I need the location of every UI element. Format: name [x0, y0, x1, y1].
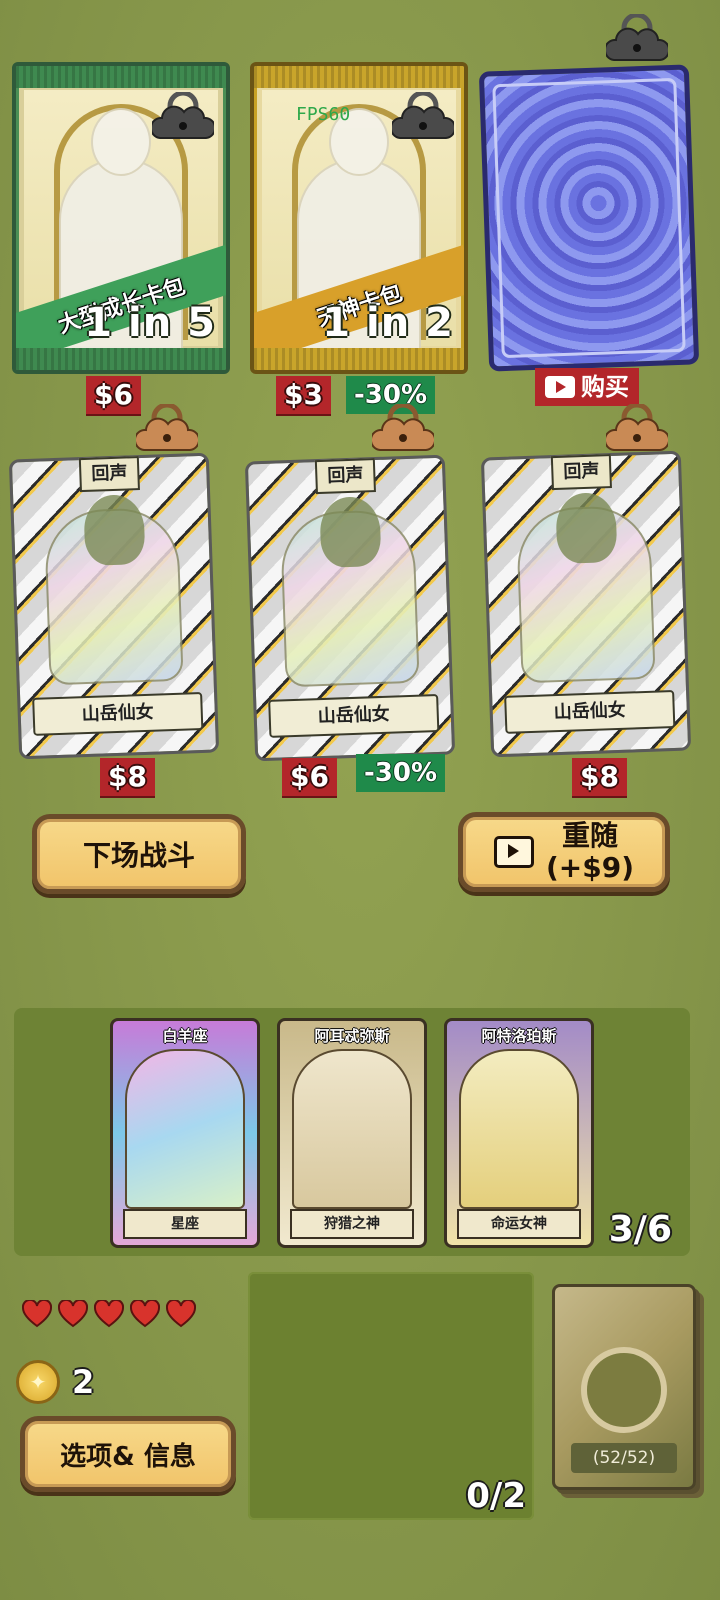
team-card[interactable]: 白羊座 星座 [110, 1018, 260, 1248]
coin-icon: ✦ [16, 1360, 60, 1404]
team-card[interactable]: 阿耳忒弥斯 狩猎之神 [277, 1018, 427, 1248]
team-card-title: 阿耳忒弥斯 [314, 1027, 390, 1045]
price-tag: $6 [282, 758, 337, 796]
team-card-subtitle: 星座 [123, 1209, 247, 1239]
card-art [459, 1049, 579, 1209]
pack-crimp-top [16, 66, 226, 88]
video-ad-icon [493, 836, 534, 868]
lock-icon[interactable] [134, 402, 200, 456]
heart-icon [165, 1298, 197, 1328]
slot-count: 0/2 [466, 1476, 526, 1516]
discount-badge: -30% [356, 754, 446, 792]
team-panel: 白羊座 星座 阿耳忒弥斯 狩猎之神 阿特洛珀斯 命运女神 3/6 [14, 1008, 690, 1256]
pack-crimp-bottom [254, 348, 464, 370]
heart-icon [93, 1298, 125, 1328]
lock-icon[interactable] [604, 402, 670, 456]
pack-crimp-bottom [16, 348, 226, 370]
options-button[interactable]: 选项& 信息 [20, 1416, 236, 1492]
price-tag: $3 [276, 376, 331, 414]
card-tag: 回声 [314, 458, 376, 495]
card-art [125, 1049, 245, 1209]
hand-slot-area[interactable]: 0/2 [248, 1272, 534, 1520]
mystery-card[interactable] [478, 64, 700, 372]
deck-count: (52/52) [571, 1443, 677, 1473]
lock-icon[interactable] [604, 12, 670, 66]
deck-emblem-icon [581, 1347, 667, 1433]
video-ad-icon [545, 376, 575, 398]
reroll-button[interactable]: 重随 (+$9) [458, 812, 670, 892]
team-count: 3/6 [608, 1209, 672, 1250]
team-card-subtitle: 狩猎之神 [290, 1209, 414, 1239]
buy-label: 购买 [581, 373, 629, 401]
reroll-label: 重随 [561, 819, 618, 852]
card-tag: 回声 [550, 454, 612, 491]
reroll-cost: (+$9) [545, 851, 635, 884]
team-card-title: 白羊座 [162, 1027, 208, 1045]
card-art [292, 1049, 412, 1209]
battle-button[interactable]: 下场战斗 [32, 814, 246, 894]
coin-count: 2 [72, 1363, 95, 1401]
shop-card[interactable]: 回声 山岳仙女 [244, 454, 456, 762]
card-name: 山岳仙女 [268, 693, 440, 738]
card-name: 山岳仙女 [32, 691, 204, 736]
coin-row: ✦ 2 [16, 1360, 94, 1404]
options-label: 选项& 信息 [60, 1441, 196, 1472]
card-tag: 回声 [78, 456, 140, 493]
lock-icon[interactable] [150, 90, 216, 144]
buy-button[interactable]: 购买 [535, 368, 639, 406]
pack-odds: 1 in 5 [84, 300, 216, 346]
pack-crimp-top [254, 66, 464, 88]
fps-overlay: FPS60 [296, 104, 351, 125]
team-card-title: 阿特洛珀斯 [481, 1027, 557, 1045]
price-tag: $6 [86, 376, 141, 414]
card-figure-hair [83, 493, 146, 566]
team-card-subtitle: 命运女神 [457, 1209, 581, 1239]
heart-icon [129, 1298, 161, 1328]
card-figure-hair [319, 495, 382, 568]
shop-card[interactable]: 回声 山岳仙女 [480, 450, 692, 758]
card-figure-hair [555, 491, 618, 564]
heart-icon [57, 1298, 89, 1328]
price-tag: $8 [100, 758, 155, 796]
card-name: 山岳仙女 [504, 689, 676, 734]
team-card[interactable]: 阿特洛珀斯 命运女神 [444, 1018, 594, 1248]
heart-icon [21, 1298, 53, 1328]
card-frame [492, 77, 686, 359]
deck-pile[interactable]: (52/52) [552, 1284, 696, 1490]
shop-card[interactable]: 回声 山岳仙女 [8, 452, 220, 760]
lock-icon[interactable] [370, 402, 436, 456]
battle-label: 下场战斗 [82, 839, 195, 872]
pack-odds: 1 in 2 [322, 300, 454, 346]
lives-row [21, 1298, 197, 1328]
price-tag: $8 [572, 758, 627, 796]
lock-icon[interactable] [390, 90, 456, 144]
